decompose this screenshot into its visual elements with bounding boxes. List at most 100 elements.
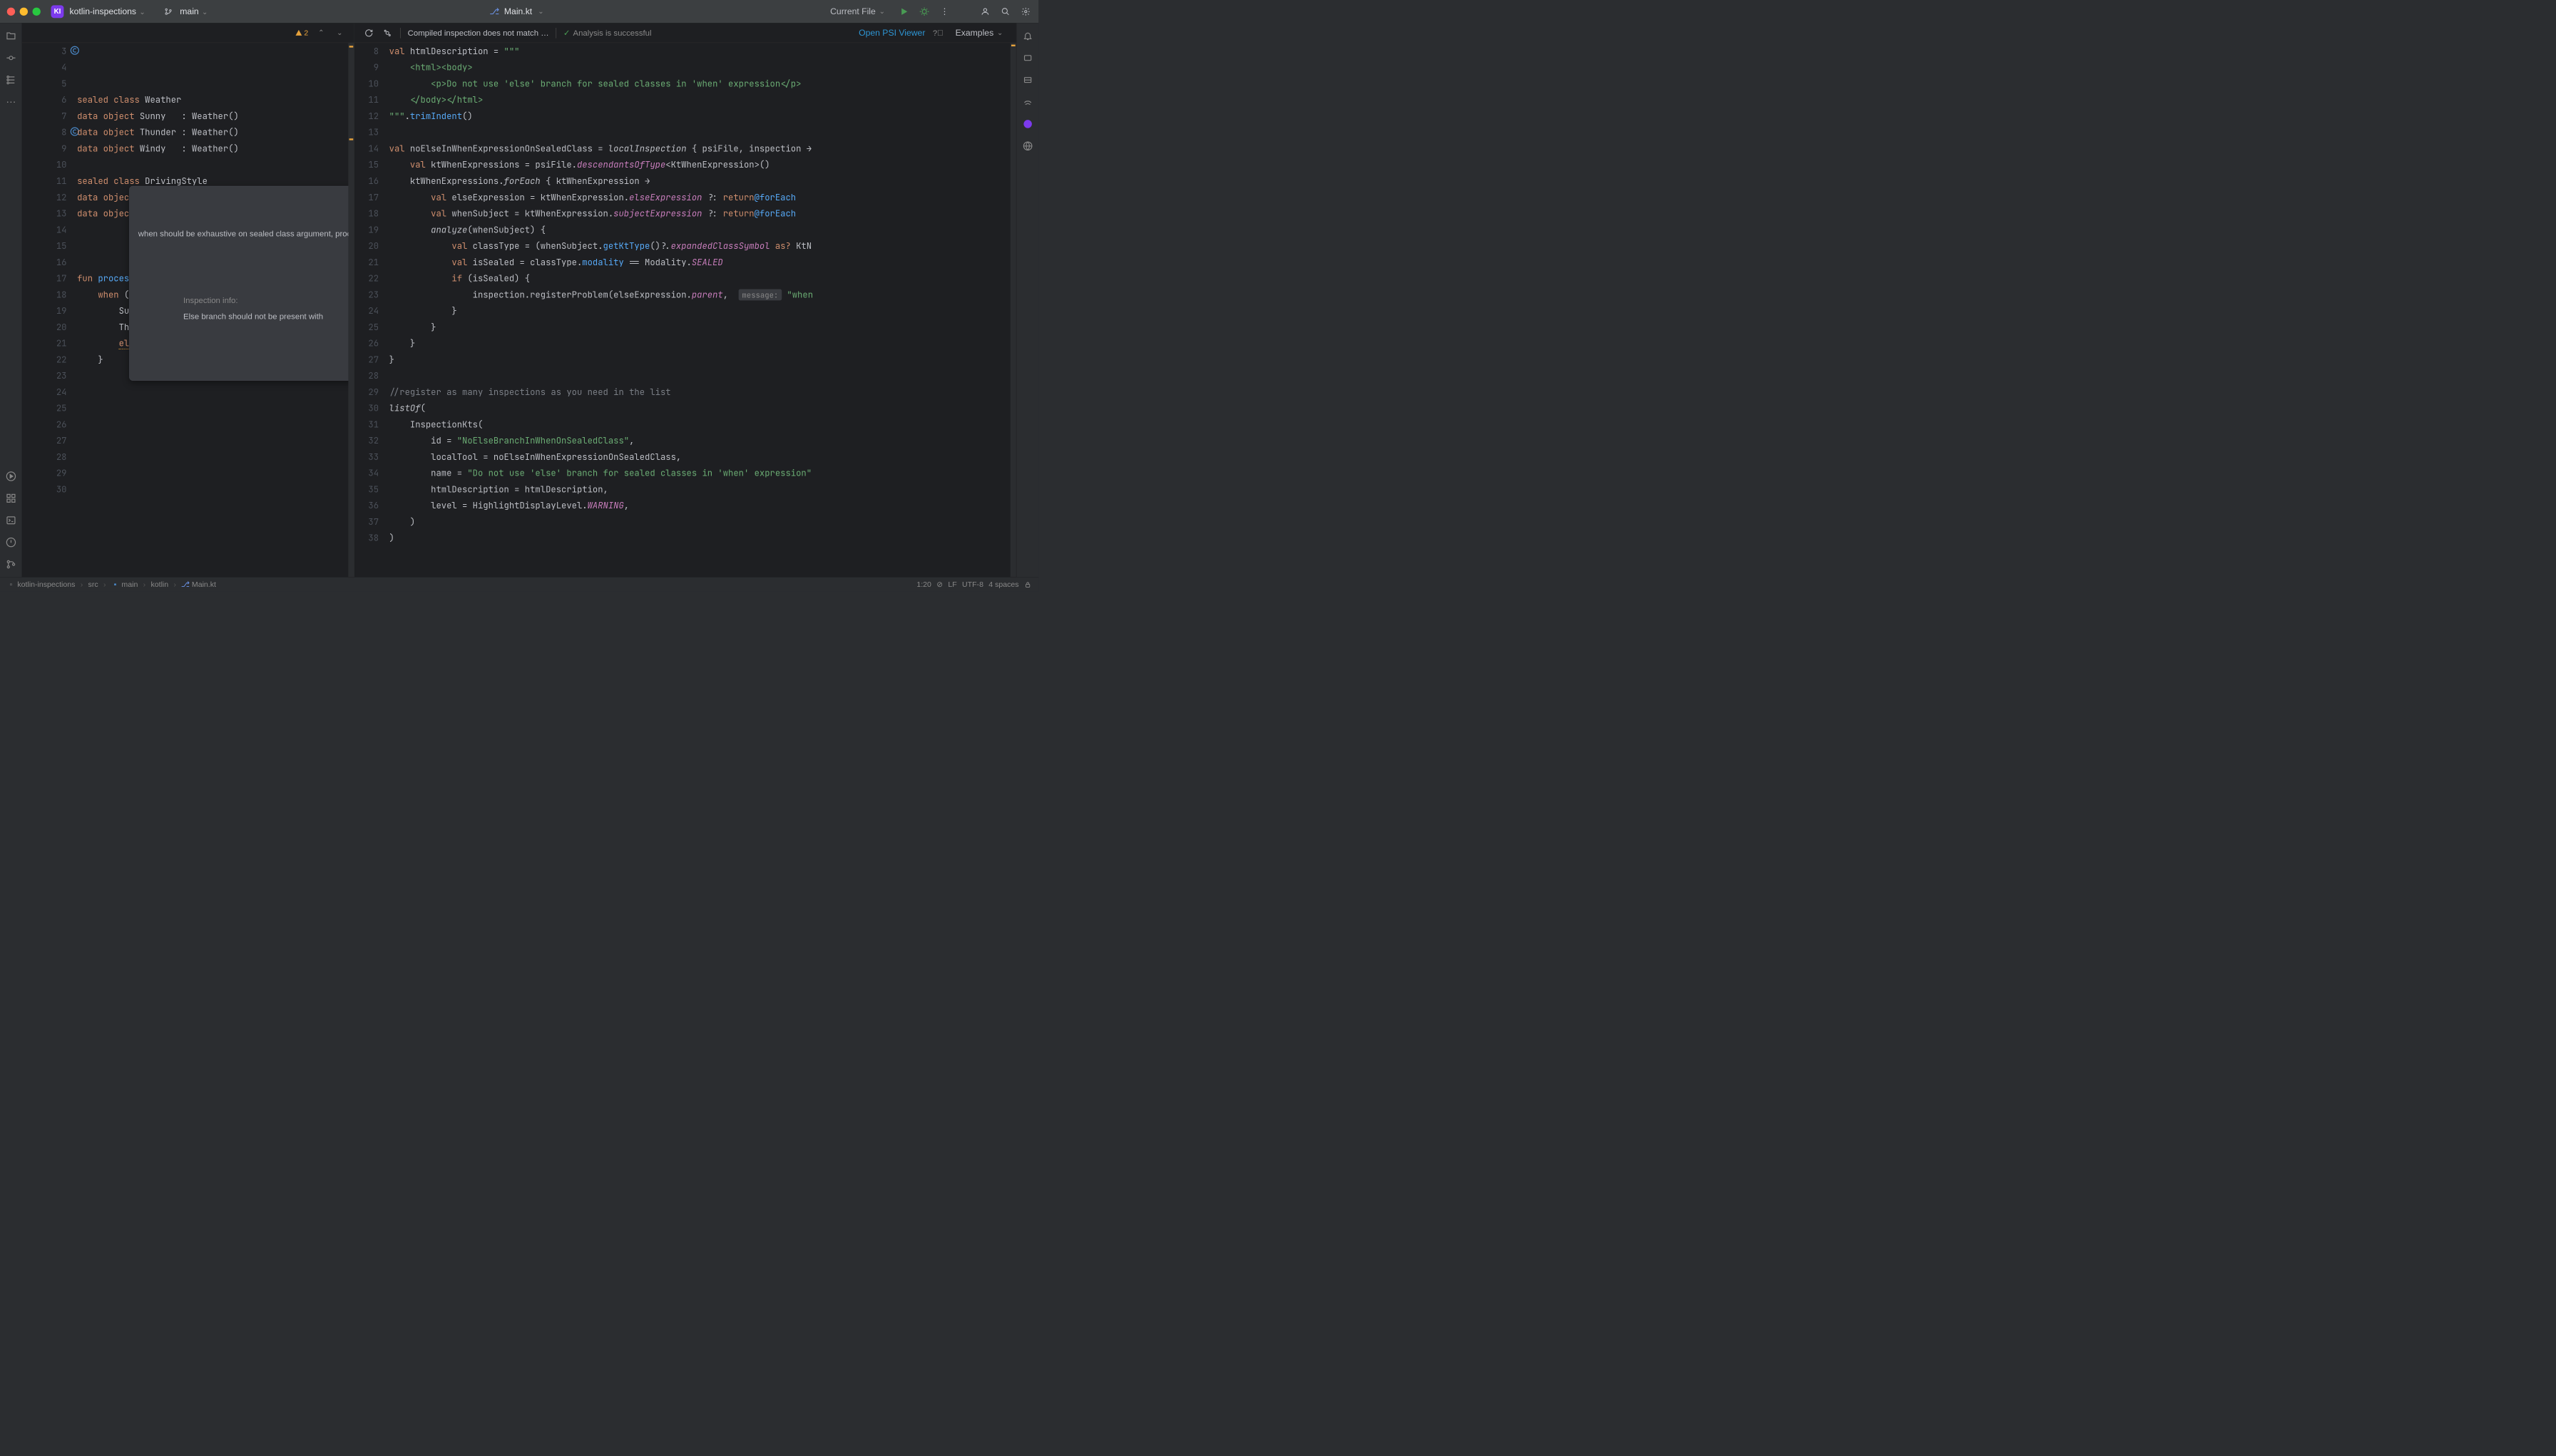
code-line[interactable]: data object Windy : Weather(): [77, 140, 348, 157]
right-code-editor[interactable]: 8910111213141516171819202122232425262728…: [354, 43, 1016, 577]
encoding-indicator-icon[interactable]: ⊘: [936, 580, 943, 589]
project-name-dropdown[interactable]: kotlin-inspections ⌄: [70, 6, 145, 16]
code-line[interactable]: analyze(whenSubject) {: [389, 221, 1011, 237]
code-line[interactable]: sealed class Weather: [77, 91, 348, 108]
code-line[interactable]: val elseExpression = ktWhenExpression.el…: [389, 189, 1011, 205]
code-line[interactable]: val classType = (whenSubject.getKtType()…: [389, 237, 1011, 254]
examples-dropdown[interactable]: Examples⌄: [951, 26, 1008, 40]
code-line[interactable]: }: [389, 302, 1011, 319]
branch-dropdown[interactable]: main ⌄: [180, 6, 208, 16]
vcs-tool-icon[interactable]: [4, 558, 18, 572]
code-line[interactable]: [77, 530, 348, 546]
code-line[interactable]: """.trimIndent(): [389, 108, 1011, 124]
terminal-tool-icon[interactable]: [4, 513, 18, 528]
minimize-window-button[interactable]: [20, 7, 28, 15]
gradle-tool-icon[interactable]: [1021, 95, 1035, 109]
code-line[interactable]: [77, 156, 348, 173]
indent-setting[interactable]: 4 spaces: [988, 580, 1018, 589]
code-line[interactable]: [77, 497, 348, 513]
code-line[interactable]: }: [389, 351, 1011, 367]
file-encoding[interactable]: UTF-8: [962, 580, 983, 589]
project-badge[interactable]: KI: [51, 5, 64, 18]
left-editor-markers[interactable]: [348, 43, 354, 577]
commit-tool-icon[interactable]: [4, 51, 18, 66]
problems-tool-icon[interactable]: [4, 535, 18, 550]
code-line[interactable]: }: [389, 319, 1011, 335]
code-line[interactable]: val whenSubject = ktWhenExpression.subje…: [389, 205, 1011, 222]
code-line[interactable]: listOf(: [389, 400, 1011, 416]
inspection-tool-icon[interactable]: [1021, 117, 1035, 131]
sync-icon[interactable]: [382, 27, 393, 39]
breadcrumb-root[interactable]: ▫ kotlin-inspections: [7, 580, 76, 589]
code-line[interactable]: inspection.registerProblem(elseExpressio…: [389, 286, 1011, 302]
run-button[interactable]: [899, 6, 910, 17]
run-tool-icon[interactable]: [4, 469, 18, 483]
code-line[interactable]: htmlDescription = htmlDescription,: [389, 481, 1011, 497]
code-line[interactable]: data object Sunny : Weather(): [77, 108, 348, 124]
code-line[interactable]: [77, 384, 348, 400]
line-separator[interactable]: LF: [948, 580, 956, 589]
problems-nav-down-icon[interactable]: ⌄: [334, 27, 345, 39]
code-line[interactable]: [77, 400, 348, 416]
debug-button[interactable]: [919, 6, 930, 17]
structure-tool-icon[interactable]: [4, 73, 18, 87]
code-line[interactable]: [389, 124, 1011, 140]
maximize-window-button[interactable]: [33, 7, 41, 15]
code-line[interactable]: <p>Do not use 'else' branch for sealed c…: [389, 76, 1011, 92]
code-line[interactable]: </body></html>: [389, 91, 1011, 108]
problems-nav-up-icon[interactable]: ⌃: [315, 27, 327, 39]
left-code-editor[interactable]: 3456789101112131415161718192021222324252…: [22, 43, 354, 577]
code-line[interactable]: }: [389, 335, 1011, 352]
run-config-dropdown[interactable]: Current File⌄: [826, 4, 890, 19]
code-line[interactable]: if (isSealed) {: [389, 270, 1011, 287]
code-line[interactable]: [77, 481, 348, 497]
cursor-position[interactable]: 1:20: [916, 580, 931, 589]
code-line[interactable]: id = "NoElseBranchInWhenOnSealedClass",: [389, 432, 1011, 448]
help-icon[interactable]: ?⃝: [932, 27, 944, 39]
endpoints-tool-icon[interactable]: [1021, 139, 1035, 153]
breadcrumb-item[interactable]: ▪ main: [111, 580, 138, 589]
code-line[interactable]: [389, 367, 1011, 384]
code-line[interactable]: [77, 416, 348, 432]
code-line[interactable]: data object Thunder : Weather(): [77, 124, 348, 140]
code-line[interactable]: val isSealed = classType.modality == Mod…: [389, 254, 1011, 270]
compiled-inspection-msg: Compiled inspection does not match …: [408, 29, 549, 38]
code-line[interactable]: val noElseInWhenExpressionOnSealedClass …: [389, 140, 1011, 157]
breadcrumb-file[interactable]: ⎇ Main.kt: [181, 580, 216, 589]
code-line[interactable]: //register as many inspections as you ne…: [389, 384, 1011, 400]
refresh-icon[interactable]: [363, 27, 374, 39]
code-line[interactable]: InspectionKts(: [389, 416, 1011, 432]
project-tool-icon[interactable]: [4, 29, 18, 43]
code-line[interactable]: val htmlDescription = """: [389, 43, 1011, 59]
breadcrumb-item[interactable]: kotlin: [150, 580, 168, 589]
close-window-button[interactable]: [7, 7, 15, 15]
more-actions-button[interactable]: ⋮: [939, 6, 950, 17]
code-line[interactable]: ): [389, 513, 1011, 530]
code-line[interactable]: val ktWhenExpressions = psiFile.descenda…: [389, 156, 1011, 173]
ai-assistant-icon[interactable]: [1021, 51, 1035, 66]
breadcrumb-item[interactable]: src: [88, 580, 98, 589]
settings-icon[interactable]: [1020, 6, 1031, 17]
current-file-tab[interactable]: Main.kt: [504, 6, 532, 16]
code-line[interactable]: [77, 448, 348, 465]
code-with-me-icon[interactable]: [979, 6, 991, 17]
code-line[interactable]: [77, 465, 348, 481]
code-line[interactable]: <html><body>: [389, 59, 1011, 76]
code-line[interactable]: name = "Do not use 'else' branch for sea…: [389, 465, 1011, 481]
readonly-lock-icon[interactable]: [1024, 580, 1032, 588]
code-line[interactable]: [77, 513, 348, 530]
code-line[interactable]: ktWhenExpressions.forEach { ktWhenExpres…: [389, 173, 1011, 189]
code-line[interactable]: ): [389, 530, 1011, 546]
inspection-warning-badge[interactable]: 2: [295, 29, 308, 38]
search-everywhere-icon[interactable]: [1000, 6, 1011, 17]
notifications-icon[interactable]: [1021, 29, 1035, 43]
code-line[interactable]: [77, 432, 348, 448]
database-tool-icon[interactable]: [1021, 73, 1035, 87]
open-psi-viewer-link[interactable]: Open PSI Viewer: [859, 28, 925, 38]
code-line[interactable]: localTool = noElseInWhenExpressionOnSeal…: [389, 448, 1011, 465]
vcs-branch-icon[interactable]: [163, 6, 174, 17]
more-tools-icon[interactable]: ⋯: [4, 95, 18, 109]
code-line[interactable]: level = HighlightDisplayLevel.WARNING,: [389, 497, 1011, 513]
right-editor-markers[interactable]: [1011, 43, 1016, 577]
services-tool-icon[interactable]: [4, 491, 18, 506]
